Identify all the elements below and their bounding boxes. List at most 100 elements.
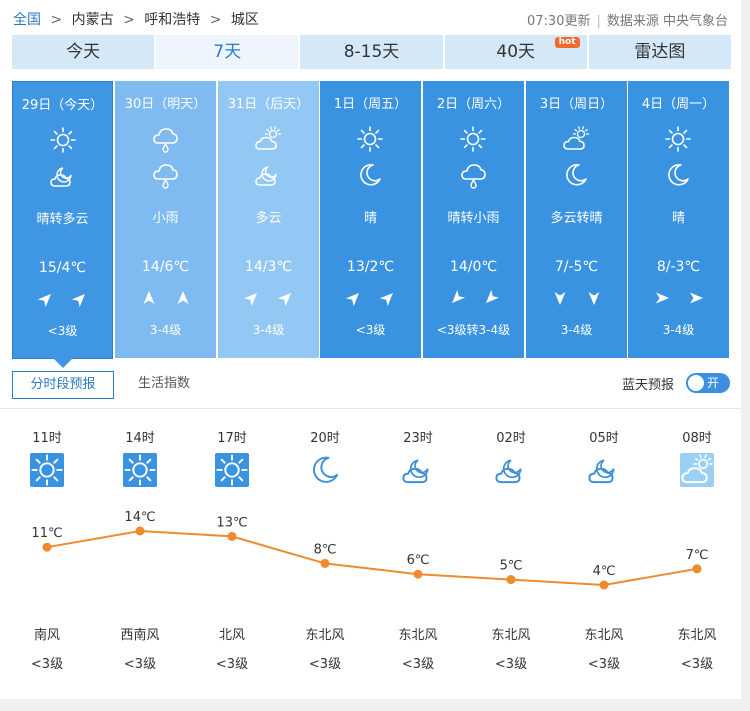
- day-wind-level: <3级转3-4级: [436, 323, 511, 337]
- hour-wind-level: <3级: [587, 657, 621, 672]
- north-wind-arrow-icon: [140, 289, 158, 309]
- northeast-wind-arrow-icon: [379, 289, 397, 309]
- day-weather: 多云转晴: [550, 211, 603, 226]
- toggle-label: 开: [707, 376, 720, 390]
- selected-day-pointer: [53, 358, 73, 368]
- hour-wind-direction: 北风: [218, 628, 245, 643]
- tab-label: 7天: [213, 42, 242, 62]
- partly-cloudy-icon: [562, 125, 590, 153]
- hour-column: 05时 东北风 <3级: [564, 409, 644, 699]
- hour-wind-direction: 西南风: [120, 628, 160, 643]
- hour-wind-direction: 东北风: [305, 628, 345, 643]
- day-wind-level: <3级: [47, 324, 78, 338]
- day-weather: 晴: [671, 211, 685, 226]
- moon-icon: [308, 453, 342, 487]
- tab-label: 雷达图: [634, 42, 686, 62]
- day-temperature: 15/4℃: [38, 260, 87, 276]
- blue-sky-toggle[interactable]: 开: [686, 373, 730, 393]
- sun-icon: [664, 125, 692, 153]
- breadcrumb-item-national[interactable]: 全国: [13, 12, 41, 28]
- breadcrumb-item-district: 城区: [230, 12, 259, 28]
- sun-icon: [215, 453, 249, 487]
- day-column[interactable]: 1日（周五） 晴 13/2℃ <3级: [320, 81, 421, 358]
- day-wind-directions: [628, 289, 729, 309]
- sun-icon: [123, 453, 157, 487]
- day-date: 31日（后天）: [227, 97, 310, 112]
- northeast-wind-arrow-icon: [277, 289, 295, 309]
- rain-icon: [151, 161, 179, 189]
- day-date: 1日（周五）: [333, 97, 408, 112]
- day-wind-directions: [320, 289, 421, 309]
- day-date: 3日（周日）: [539, 97, 614, 112]
- day-wind-level: 3-4级: [662, 323, 695, 337]
- day-wind-directions: [526, 289, 627, 309]
- hour-wind-level: <3级: [30, 657, 64, 672]
- northeast-wind-arrow-icon: [345, 289, 363, 309]
- hour-time: 08时: [682, 431, 712, 446]
- partly-cloudy-night-icon: [401, 453, 435, 487]
- hour-wind-direction: 东北风: [398, 628, 438, 643]
- breadcrumb-separator: >: [209, 12, 222, 28]
- top-bar: 全国 > 内蒙古 > 呼和浩特 > 城区 07:30更新 | 数据来源 中央气象台: [0, 0, 750, 36]
- day-date: 2日（周六）: [436, 97, 511, 112]
- hour-wind-direction: 南风: [33, 628, 60, 643]
- day-column[interactable]: 29日（今天） 晴转多云 15/4℃ <3级: [12, 81, 113, 368]
- hour-wind-level: <3级: [680, 657, 714, 672]
- hour-wind-direction: 东北风: [491, 628, 531, 643]
- daily-forecast: 29日（今天） 晴转多云 15/4℃ <3级 30日（明天） 小雨 14/6℃ 3-4级 31日…: [12, 81, 731, 368]
- weather-page: 全国 > 内蒙古 > 呼和浩特 > 城区 07:30更新 | 数据来源 中央气象台 …: [0, 0, 750, 711]
- tab-today[interactable]: 今天: [12, 35, 155, 69]
- update-time: 07:30更新: [527, 14, 591, 29]
- hour-column: 08时 东北风 <3级: [657, 409, 737, 699]
- tab-8-15-days[interactable]: 8-15天: [300, 35, 443, 69]
- tab-7-days[interactable]: 7天: [156, 35, 299, 69]
- day-weather: 晴转小雨: [447, 211, 500, 226]
- day-column[interactable]: 3日（周日） 多云转晴 7/-5℃ 3-4级: [526, 81, 627, 358]
- hour-time: 23时: [403, 431, 433, 446]
- north-wind-arrow-icon: [174, 289, 192, 309]
- blue-sky-forecast-label: 蓝天预报: [622, 378, 675, 393]
- moon-icon: [356, 161, 384, 189]
- sun-icon: [30, 453, 64, 487]
- tab-life-index[interactable]: 生活指数: [138, 371, 190, 399]
- day-date: 29日（今天）: [21, 98, 104, 113]
- hour-wind-direction: 东北风: [584, 628, 624, 643]
- day-weather: 多云: [255, 211, 282, 226]
- toggle-knob: [688, 375, 704, 391]
- day-column[interactable]: 2日（周六） 晴转小雨 14/0℃ <3级转3-4级: [423, 81, 524, 358]
- tab-hourly-forecast[interactable]: 分时段预报: [12, 371, 114, 399]
- partly-cloudy-night-icon: [49, 162, 77, 190]
- hour-column: 20时 东北风 <3级: [285, 409, 365, 699]
- day-temperature: 14/6℃: [141, 259, 190, 275]
- page-edge: [0, 699, 750, 711]
- tab-40-days[interactable]: 40天 hot: [444, 35, 587, 69]
- hour-wind-level: <3级: [308, 657, 342, 672]
- day-column[interactable]: 31日（后天） 多云 14/3℃ 3-4级: [218, 81, 319, 358]
- hour-wind-level: <3级: [401, 657, 435, 672]
- day-temperature: 14/3℃: [244, 259, 293, 275]
- breadcrumb-item-province[interactable]: 内蒙古: [72, 12, 114, 28]
- day-column[interactable]: 4日（周一） 晴 8/-3℃ 3-4级: [628, 81, 729, 358]
- southwest-wind-arrow-icon: [482, 289, 500, 309]
- page-edge: [741, 0, 750, 711]
- hour-time: 11时: [32, 431, 62, 446]
- partly-cloudy-night-icon: [494, 453, 528, 487]
- day-weather: 小雨: [152, 211, 179, 226]
- tab-label: 8-15天: [343, 42, 400, 62]
- day-column[interactable]: 30日（明天） 小雨 14/6℃ 3-4级: [115, 81, 216, 358]
- hour-wind-level: <3级: [494, 657, 528, 672]
- hour-time: 17时: [217, 431, 247, 446]
- day-temperature: 14/0℃: [449, 259, 498, 275]
- day-wind-level: 3-4级: [252, 323, 285, 337]
- hour-wind-level: <3级: [215, 657, 249, 672]
- forecast-tabs: 今天 7天 8-15天 40天 hot 雷达图: [12, 35, 732, 69]
- breadcrumb-item-city[interactable]: 呼和浩特: [144, 12, 200, 28]
- rain-icon: [151, 125, 179, 153]
- southwest-wind-arrow-icon: [448, 289, 466, 309]
- day-temperature: 13/2℃: [346, 259, 395, 275]
- sun-icon: [356, 125, 384, 153]
- tab-radar[interactable]: 雷达图: [588, 35, 732, 69]
- sun-icon: [459, 125, 487, 153]
- east-wind-arrow-icon: [653, 289, 671, 309]
- hour-column: 14时 西南风 <3级: [100, 409, 180, 699]
